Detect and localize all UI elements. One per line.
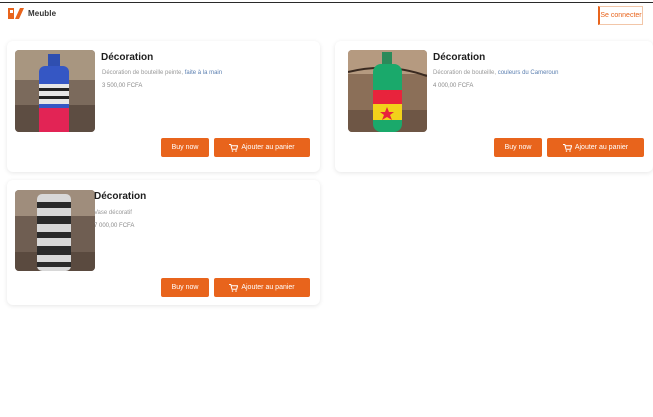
logo-text: Meuble xyxy=(28,9,57,18)
description-text: Décoration de bouteille, xyxy=(433,70,498,76)
product-price: 3 500,00 FCFA xyxy=(102,83,143,89)
logo-icon xyxy=(8,7,24,20)
cart-icon xyxy=(229,283,239,292)
green-bottle-image[interactable] xyxy=(348,50,427,132)
buy-now-button[interactable]: Buy now xyxy=(161,138,209,157)
add-to-cart-button[interactable]: Ajouter au panier xyxy=(547,138,644,157)
cart-icon xyxy=(229,143,239,152)
add-to-cart-label: Ajouter au panier xyxy=(241,284,295,291)
striped-vase-image[interactable] xyxy=(15,190,95,271)
product-title: Décoration xyxy=(94,191,147,202)
buy-now-label: Buy now xyxy=(171,284,199,291)
product-description: Décoration de bouteille, couleurs du Cam… xyxy=(433,70,558,76)
product-description: Vase décoratif xyxy=(94,210,132,216)
product-price: 7 000,00 FCFA xyxy=(94,223,135,229)
buy-now-label: Buy now xyxy=(171,144,199,151)
buy-now-label: Buy now xyxy=(504,144,532,151)
product-card[interactable]: Décoration Décoration de bouteille, coul… xyxy=(335,41,653,172)
description-text: Vase décoratif xyxy=(94,210,132,216)
product-title: Décoration xyxy=(433,52,486,63)
buy-now-button[interactable]: Buy now xyxy=(494,138,542,157)
add-to-cart-button[interactable]: Ajouter au panier xyxy=(214,138,310,157)
buy-now-button[interactable]: Buy now xyxy=(161,278,209,297)
product-price: 4 000,00 FCFA xyxy=(433,83,474,89)
description-accent: faite à la main xyxy=(184,70,223,76)
product-card[interactable]: Décoration Vase décoratif 7 000,00 FCFA … xyxy=(7,180,320,305)
cart-icon xyxy=(562,143,573,152)
product-description: Décoration de bouteille peinte, faite à … xyxy=(102,70,222,76)
login-button[interactable]: Se connecter xyxy=(598,6,643,25)
logo[interactable]: Meuble xyxy=(8,7,56,20)
add-to-cart-button[interactable]: Ajouter au panier xyxy=(214,278,310,297)
product-title: Décoration xyxy=(101,52,154,63)
top-border xyxy=(0,2,653,3)
description-text: Décoration de bouteille peinte, xyxy=(102,70,185,76)
product-card[interactable]: Décoration Décoration de bouteille peint… xyxy=(7,41,320,172)
blue-bottle-image[interactable] xyxy=(15,50,95,132)
add-to-cart-label: Ajouter au panier xyxy=(241,144,295,151)
top-bar: Meuble Se connecter xyxy=(0,0,653,30)
add-to-cart-label: Ajouter au panier xyxy=(574,144,629,151)
description-accent: couleurs du Cameroun xyxy=(497,70,559,76)
